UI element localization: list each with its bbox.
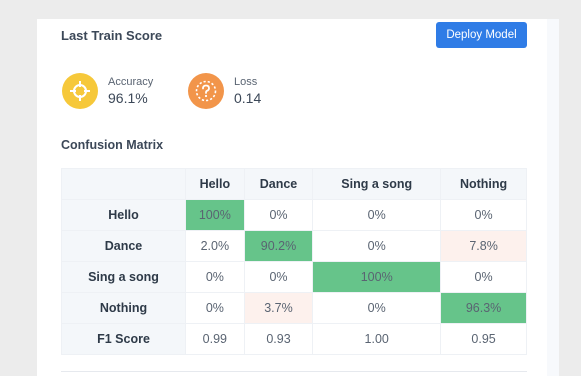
matrix-cell: 90.2% bbox=[243, 230, 314, 262]
matrix-cell: 0% bbox=[312, 292, 442, 324]
train-score-card: Last Train Score Deploy Model Accuracy 9… bbox=[37, 19, 547, 376]
table-header-row: Hello Dance Sing a song Nothing bbox=[61, 168, 527, 200]
matrix-cell: 0% bbox=[312, 230, 442, 262]
confusion-matrix-title: Confusion Matrix bbox=[61, 138, 164, 152]
row-header: Nothing bbox=[61, 292, 186, 324]
matrix-cell: 7.8% bbox=[440, 230, 527, 262]
table-row: Dance 2.0% 90.2% 0% 7.8% bbox=[61, 230, 527, 262]
accuracy-label: Accuracy bbox=[108, 75, 154, 88]
matrix-cell: 2.0% bbox=[185, 230, 245, 262]
confusion-matrix-table: Hello Dance Sing a song Nothing Hello 10… bbox=[61, 168, 527, 355]
table-row: Nothing 0% 3.7% 0% 96.3% bbox=[61, 292, 527, 324]
right-panel-edge bbox=[547, 19, 559, 376]
column-header: Sing a song bbox=[312, 168, 442, 200]
f1-score-row: F1 Score 0.99 0.93 1.00 0.95 bbox=[61, 323, 527, 355]
loss-metric: Loss 0.14 bbox=[188, 73, 261, 109]
matrix-cell: 0% bbox=[243, 199, 314, 231]
matrix-cell: 0% bbox=[440, 261, 527, 293]
accuracy-value: 96.1% bbox=[108, 89, 148, 106]
column-header: Dance bbox=[243, 168, 314, 200]
matrix-cell: 0% bbox=[312, 199, 442, 231]
column-header bbox=[61, 168, 186, 200]
f1-score-cell: 0.95 bbox=[440, 323, 527, 355]
divider bbox=[61, 371, 527, 372]
loss-value: 0.14 bbox=[234, 89, 262, 106]
row-header: Sing a song bbox=[61, 261, 186, 293]
matrix-cell: 100% bbox=[185, 199, 245, 231]
matrix-cell: 96.3% bbox=[440, 292, 527, 324]
crosshair-icon bbox=[62, 73, 98, 109]
accuracy-metric: Accuracy 96.1% bbox=[62, 73, 153, 109]
loss-label: Loss bbox=[234, 75, 258, 88]
deploy-model-button[interactable]: Deploy Model bbox=[436, 22, 527, 48]
row-header: Hello bbox=[61, 199, 186, 231]
column-header: Hello bbox=[185, 168, 245, 200]
matrix-cell: 100% bbox=[312, 261, 442, 293]
f1-score-cell: 0.99 bbox=[185, 323, 245, 355]
f1-score-cell: 0.93 bbox=[243, 323, 314, 355]
question-icon bbox=[188, 73, 224, 109]
row-header: Dance bbox=[61, 230, 186, 262]
card-title: Last Train Score bbox=[61, 28, 163, 43]
matrix-cell: 0% bbox=[243, 261, 314, 293]
f1-score-cell: 1.00 bbox=[312, 323, 442, 355]
matrix-cell: 0% bbox=[440, 199, 527, 231]
column-header: Nothing bbox=[440, 168, 527, 200]
row-header: F1 Score bbox=[61, 323, 186, 355]
matrix-cell: 0% bbox=[185, 292, 245, 324]
table-row: Sing a song 0% 0% 100% 0% bbox=[61, 261, 527, 293]
matrix-cell: 3.7% bbox=[243, 292, 314, 324]
table-row: Hello 100% 0% 0% 0% bbox=[61, 199, 527, 231]
matrix-cell: 0% bbox=[185, 261, 245, 293]
